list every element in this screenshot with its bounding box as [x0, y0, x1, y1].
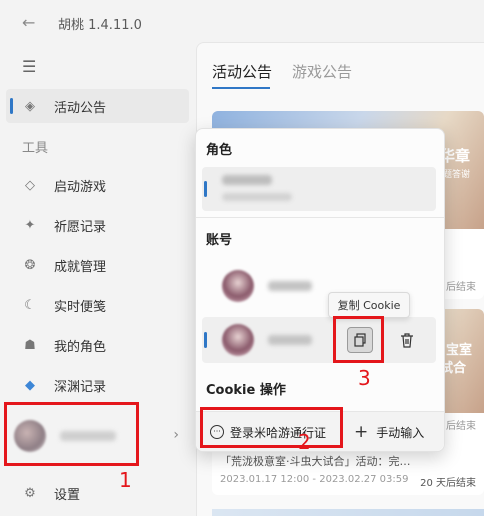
avatar — [222, 270, 254, 302]
sidebar-item-my-characters[interactable]: ☗ 我的角色 — [6, 328, 189, 362]
role-name-redacted — [222, 175, 272, 185]
selected-indicator — [204, 332, 207, 348]
active-indicator — [10, 98, 13, 114]
annotation-box-1 — [4, 402, 139, 466]
sidebar-item-label: 深渊记录 — [54, 379, 107, 395]
annotation-box-3 — [333, 316, 384, 363]
role-item[interactable] — [202, 167, 436, 211]
back-arrow-icon[interactable]: ← — [22, 13, 35, 32]
card-remaining-mid: 后结束 — [446, 421, 476, 432]
manual-button-label: 手动输入 — [376, 425, 425, 440]
title-bar: ← 胡桃 1.4.11.0 — [0, 0, 484, 44]
delete-account-button[interactable] — [396, 329, 418, 351]
moon-icon: ☾ — [24, 297, 36, 313]
tab-game-announcements[interactable]: 游戏公告 — [292, 61, 352, 82]
account-flyout: 角色 账号 Cookie 操作 ··· 登录米哈游通行证 + 手动输入 — [195, 128, 445, 452]
sidebar-item-spiral-abyss[interactable]: ◆ 深渊记录 — [6, 368, 189, 402]
sidebar-item-achievements[interactable]: ❂ 成就管理 — [6, 248, 189, 282]
next-card-edge — [212, 509, 484, 516]
chevron-right-icon: › — [173, 427, 179, 443]
card-description: 「荒泷极意室·斗虫大试合」活动：完… — [220, 455, 411, 468]
app-title: 胡桃 1.4.11.0 — [58, 18, 142, 33]
annotation-number-3: 3 — [358, 366, 371, 390]
gear-icon: ⚙ — [24, 485, 36, 501]
sidebar-item-label: 实时便笺 — [54, 299, 107, 315]
annotation-number-1: 1 — [119, 468, 132, 492]
compass-icon: ◈ — [25, 98, 35, 114]
role-header: 角色 — [206, 143, 233, 158]
sidebar-item-label: 我的角色 — [54, 339, 107, 355]
diamond-icon: ◇ — [25, 177, 35, 193]
banner-subtitle-partial: 题答谢 — [442, 170, 470, 180]
avatar — [222, 324, 254, 356]
badge-icon: ❂ — [24, 257, 36, 273]
annotation-number-2: 2 — [298, 430, 311, 454]
character-icon: ☗ — [24, 337, 36, 353]
sidebar-item-label: 成就管理 — [54, 259, 107, 275]
card-dates: 2023.01.17 12:00 - 2023.02.27 03:59 — [220, 474, 409, 485]
sidebar-item-settings[interactable]: ⚙ 设置 — [6, 476, 189, 510]
sidebar-item-label: 祈愿记录 — [54, 219, 107, 235]
manual-input-button[interactable]: + 手动输入 — [354, 418, 424, 446]
account-name-redacted — [268, 335, 312, 345]
role-detail-redacted — [222, 193, 292, 201]
sparkle-icon: ✦ — [24, 217, 36, 233]
plus-icon: + — [354, 422, 369, 442]
sidebar-item-wish-history[interactable]: ✦ 祈愿记录 — [6, 208, 189, 242]
tab-underline — [212, 87, 270, 89]
tab-activity-announcements[interactable]: 活动公告 — [212, 61, 272, 82]
sidebar-item-launch-game[interactable]: ◇ 启动游戏 — [6, 168, 189, 202]
selected-indicator — [204, 181, 207, 197]
sidebar-item-label: 设置 — [54, 487, 81, 503]
section-label-tools: 工具 — [22, 141, 49, 156]
copy-cookie-tooltip: 复制 Cookie — [328, 292, 410, 318]
cookie-ops-header: Cookie 操作 — [206, 383, 286, 398]
sidebar-item-label: 活动公告 — [54, 100, 107, 116]
card-remaining: 20 天后结束 — [420, 478, 476, 489]
hamburger-icon[interactable]: ☰ — [22, 57, 36, 76]
account-name-redacted — [268, 281, 312, 291]
abyss-icon: ◆ — [25, 377, 35, 393]
annotation-box-2 — [200, 407, 343, 448]
sidebar-item-announcements[interactable]: ◈ 活动公告 — [6, 89, 189, 123]
sidebar-item-label: 启动游戏 — [54, 179, 107, 195]
trash-icon — [401, 332, 413, 348]
sidebar-item-daily-note[interactable]: ☾ 实时便笺 — [6, 288, 189, 322]
account-item-selected[interactable] — [202, 317, 436, 363]
divider — [196, 217, 444, 218]
card-remaining: 后结束 — [446, 282, 476, 293]
banner-title-partial: 宝室 — [445, 343, 472, 358]
account-header: 账号 — [206, 233, 233, 248]
